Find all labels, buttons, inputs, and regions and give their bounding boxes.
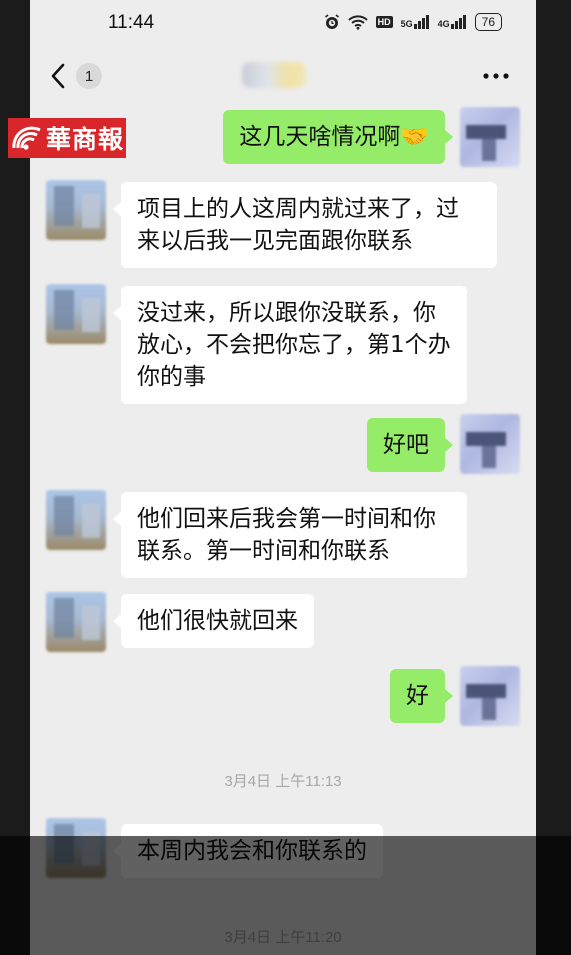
message-row: 好吧	[30, 414, 536, 478]
wifi-icon	[347, 15, 368, 30]
message-row: 没过来，所以跟你没联系，你放心，不会把你忘了，第1个办你的事	[30, 284, 536, 404]
contact-avatar[interactable]	[46, 180, 106, 240]
signal-5g-label: 5G	[400, 19, 413, 29]
contact-name-blurred	[242, 62, 306, 88]
status-icons: HD 5G 4G 76	[324, 13, 502, 31]
message-row: 他们很快就回来	[30, 592, 536, 656]
self-avatar[interactable]	[460, 414, 520, 474]
alarm-icon	[324, 14, 339, 29]
back-button[interactable]: 1	[48, 56, 108, 96]
sent-bubble[interactable]: 好吧	[367, 418, 453, 472]
signal-4g-icon: 4G	[438, 15, 467, 29]
sent-bubble[interactable]: 这几天啥情况啊🤝	[223, 110, 453, 164]
message-text: 好	[406, 683, 429, 709]
message-text: 这几天啥情况啊🤝	[239, 124, 429, 150]
received-bubble[interactable]: 没过来，所以跟你没联系，你放心，不会把你忘了，第1个办你的事	[113, 286, 467, 404]
chevron-left-icon	[51, 63, 65, 89]
self-avatar[interactable]	[460, 107, 520, 167]
contact-avatar[interactable]	[46, 592, 106, 652]
message-text: 没过来，所以跟你没联系，你放心，不会把你忘了，第1个办你的事	[137, 300, 451, 390]
battery-icon: 76	[474, 13, 502, 31]
message-text: 他们很快就回来	[137, 608, 298, 634]
logo-text: 華商報	[46, 125, 125, 154]
unread-count-badge: 1	[76, 63, 102, 89]
received-bubble[interactable]: 他们回来后我会第一时间和你联系。第一时间和你联系	[113, 492, 467, 578]
message-text: 好吧	[383, 432, 429, 458]
self-avatar[interactable]	[460, 666, 520, 726]
received-bubble[interactable]: 他们很快就回来	[113, 594, 314, 648]
huashangbao-logo: 華商報	[8, 118, 126, 158]
signal-4g-label: 4G	[437, 19, 450, 29]
more-options-icon[interactable]	[480, 66, 512, 86]
phone-frame-right	[536, 0, 571, 955]
message-timestamp: 3月4日 上午11:13	[224, 773, 342, 790]
received-bubble[interactable]: 项目上的人这周内就过来了，过来以后我一见完面跟你联系	[113, 182, 497, 268]
status-bar: 11:44 HD 5G 4G 76	[30, 0, 536, 48]
chat-nav-bar: 1	[30, 48, 536, 104]
message-text: 本周内我会和你联系的	[137, 838, 367, 864]
sent-bubble[interactable]: 好	[390, 669, 453, 723]
message-text: 项目上的人这周内就过来了，过来以后我一见完面跟你联系	[137, 196, 459, 254]
message-row: 他们回来后我会第一时间和你联系。第一时间和你联系	[30, 490, 536, 580]
message-row: 好	[30, 666, 536, 730]
message-row: 本周内我会和你联系的	[30, 818, 536, 882]
message-row: 项目上的人这周内就过来了，过来以后我一见完面跟你联系	[30, 180, 536, 270]
status-time: 11:44	[108, 12, 155, 33]
contact-avatar[interactable]	[46, 284, 106, 344]
signal-5g-icon: 5G	[401, 15, 430, 29]
received-bubble[interactable]: 本周内我会和你联系的	[113, 824, 383, 878]
message-timestamp: 3月4日 上午11:20	[224, 929, 342, 946]
contact-avatar[interactable]	[46, 818, 106, 878]
message-text: 他们回来后我会第一时间和你联系。第一时间和你联系	[137, 506, 436, 564]
contact-avatar[interactable]	[46, 490, 106, 550]
logo-mark-icon	[12, 126, 41, 150]
hd-icon: HD	[375, 16, 393, 28]
